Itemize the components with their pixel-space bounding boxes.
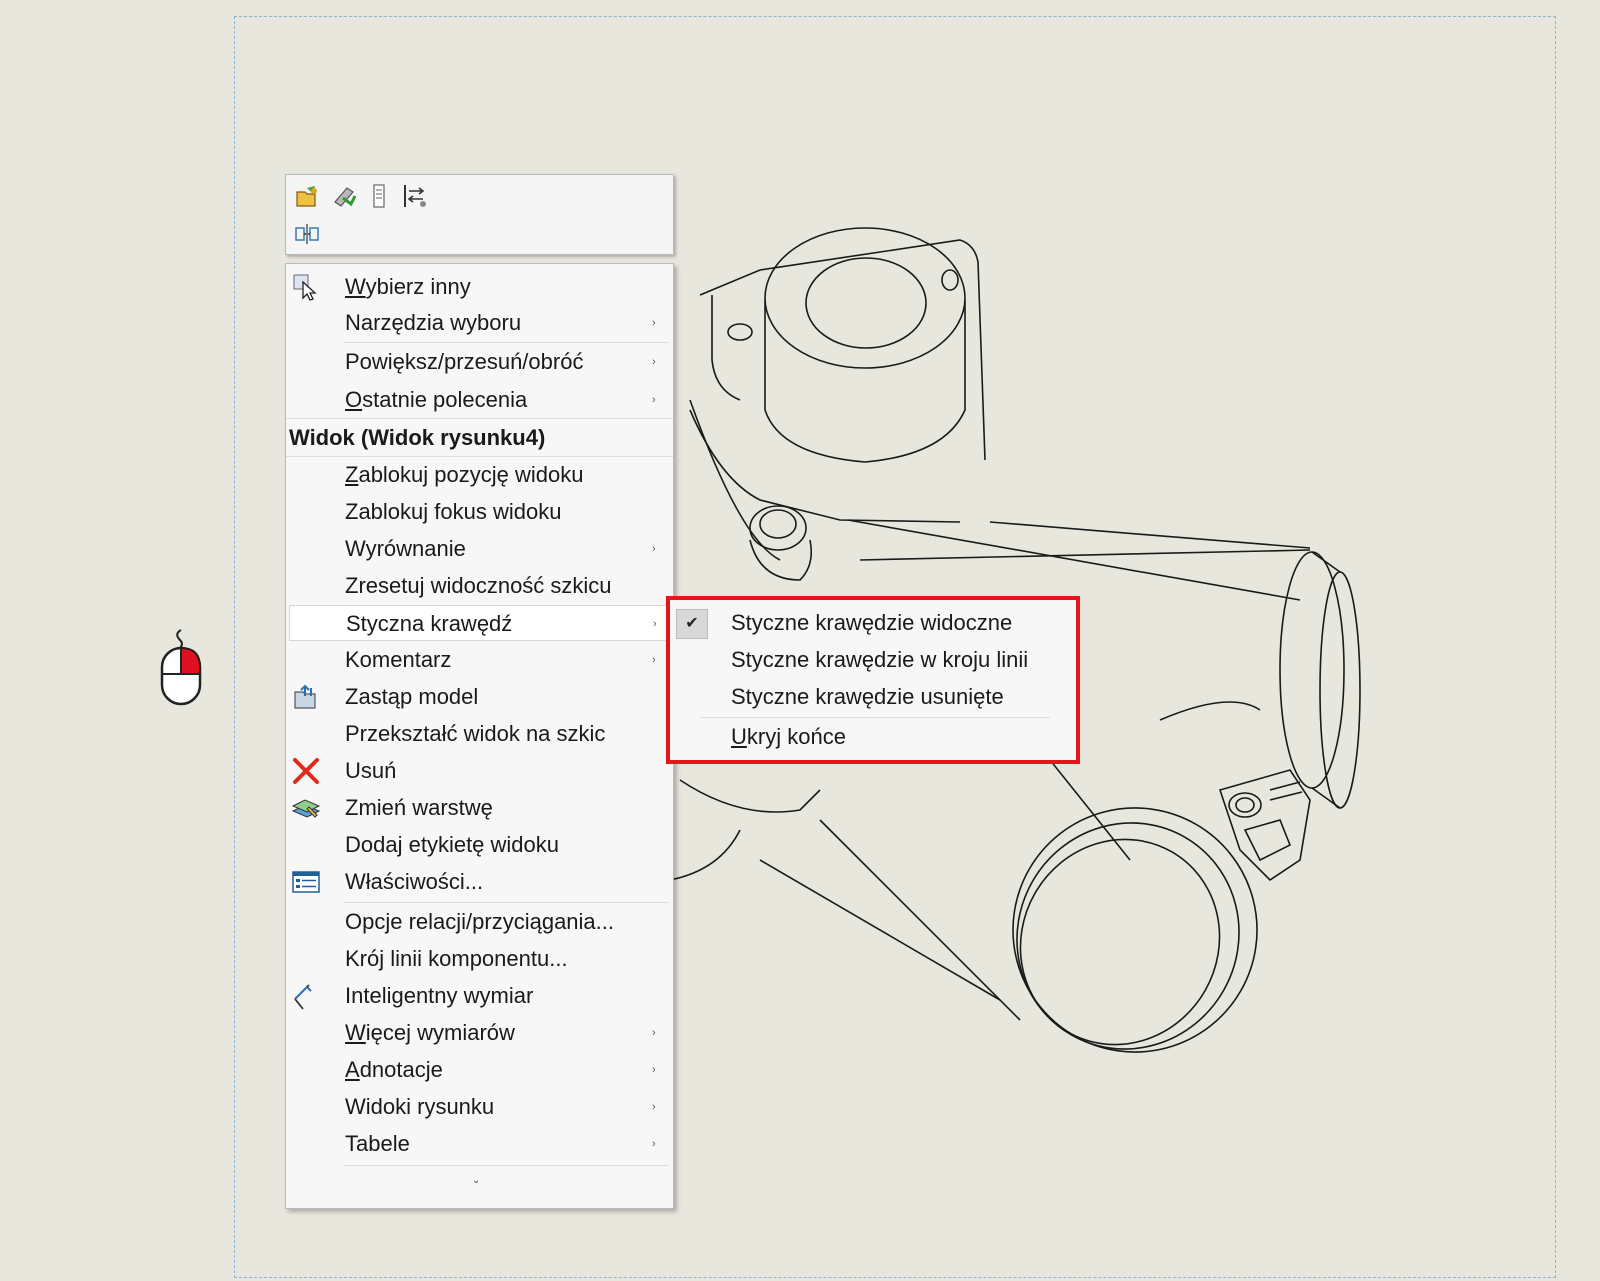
menu-item-replace-model[interactable]: Zastąp model — [286, 679, 673, 715]
menu-item-label: Właściwości... — [345, 869, 484, 894]
menu-item-lock-view-position[interactable]: Zablokuj pozycję widoku — [286, 457, 673, 493]
menu-item-label: Przekształć widok na szkic — [345, 721, 606, 746]
menu-item-label: Zastąp model — [345, 684, 479, 709]
menu-separator — [344, 1165, 669, 1166]
properties-icon — [291, 867, 321, 897]
submenu-arrow-icon: › — [652, 1101, 656, 1113]
align-view-icon[interactable] — [400, 181, 430, 211]
open-drawing-icon[interactable] — [292, 181, 322, 211]
right-mouse-button-icon — [160, 629, 202, 706]
menu-item-label: Dodaj etykietę widoku — [345, 832, 560, 857]
menu-item-smart-dimension[interactable]: Inteligentny wymiar — [286, 978, 673, 1014]
menu-item-label: Adnotacje — [345, 1057, 443, 1082]
properties-column-icon[interactable] — [364, 181, 394, 211]
submenu-arrow-icon: › — [652, 1138, 656, 1150]
menu-item-tables[interactable]: Tabele › — [286, 1126, 673, 1162]
menu-item-label: Widoki rysunku — [345, 1094, 495, 1119]
change-layer-icon — [291, 793, 321, 823]
menu-item-label: Styczna krawędź — [346, 611, 513, 636]
menu-item-change-layer[interactable]: Zmień warstwę — [286, 790, 673, 826]
submenu-arrow-icon: › — [653, 618, 657, 630]
menu-item-recent-commands[interactable]: Ostatnie polecenia › — [286, 382, 673, 418]
menu-item-label: Powiększ/przesuń/obróć — [345, 349, 584, 374]
break-alignment-icon[interactable] — [292, 219, 322, 249]
menu-item-label: Tabele — [345, 1131, 410, 1156]
menu-item-label: Zablokuj fokus widoku — [345, 499, 562, 524]
menu-section-header: Widok (Widok rysunku4) — [286, 420, 673, 456]
menu-item-label: Usuń — [345, 758, 397, 783]
menu-item-label: Ostatnie polecenia — [345, 387, 528, 412]
context-menu: Wybierz inny Narzędzia wyboru › Powiększ… — [285, 263, 674, 1209]
submenu-arrow-icon: › — [652, 394, 656, 406]
submenu-arrow-icon: › — [652, 654, 656, 666]
submenu-arrow-icon: › — [652, 543, 656, 555]
highlight-annotation-box — [666, 596, 1080, 764]
menu-item-annotations[interactable]: Adnotacje › — [286, 1052, 673, 1088]
submenu-arrow-icon: › — [652, 1064, 656, 1076]
context-toolbar — [285, 174, 674, 255]
menu-item-label: Zresetuj widoczność szkicu — [345, 573, 612, 598]
menu-item-alignment[interactable]: Wyrównanie › — [286, 531, 673, 567]
menu-item-label: Więcej wymiarów — [345, 1020, 515, 1045]
menu-item-label: Zablokuj pozycję widoku — [345, 462, 584, 487]
menu-item-component-line-font[interactable]: Krój linii komponentu... — [286, 941, 673, 977]
menu-separator — [344, 902, 669, 903]
rebuild-icon[interactable] — [328, 181, 358, 211]
submenu-arrow-icon: › — [652, 1027, 656, 1039]
menu-item-add-view-label[interactable]: Dodaj etykietę widoku — [286, 827, 673, 863]
menu-item-label: Inteligentny wymiar — [345, 983, 534, 1008]
menu-item-convert-view-to-sketch[interactable]: Przekształć widok na szkic — [286, 716, 673, 752]
menu-item-label: Komentarz — [345, 647, 452, 672]
menu-item-label: Wybierz inny — [345, 274, 471, 299]
menu-item-label: Wyrównanie — [345, 536, 466, 561]
menu-item-label: Krój linii komponentu... — [345, 946, 568, 971]
menu-item-delete[interactable]: Usuń — [286, 753, 673, 789]
menu-item-relation-snap-options[interactable]: Opcje relacji/przyciągania... — [286, 904, 673, 940]
replace-model-icon — [291, 682, 321, 712]
menu-item-lock-view-focus[interactable]: Zablokuj fokus widoku — [286, 494, 673, 530]
expand-menu-chevron-icon[interactable]: ⌄ — [472, 1175, 480, 1186]
menu-separator — [286, 418, 673, 419]
menu-item-properties[interactable]: Właściwości... — [286, 864, 673, 900]
menu-separator — [344, 342, 669, 343]
menu-item-label: Opcje relacji/przyciągania... — [345, 909, 615, 934]
smart-dimension-icon — [291, 981, 321, 1011]
menu-item-drawing-views[interactable]: Widoki rysunku › — [286, 1089, 673, 1125]
menu-item-tangent-edge[interactable]: Styczna krawędź › — [289, 605, 670, 641]
menu-item-select-other[interactable]: Wybierz inny — [286, 269, 673, 305]
section-header-label: Widok (Widok rysunku4) — [289, 425, 546, 450]
menu-item-selection-tools[interactable]: Narzędzia wyboru › — [286, 305, 673, 341]
submenu-arrow-icon: › — [652, 317, 656, 329]
menu-item-label: Narzędzia wyboru — [345, 310, 522, 335]
menu-item-reset-sketch-visibility[interactable]: Zresetuj widoczność szkicu — [286, 568, 673, 604]
menu-item-label: Zmień warstwę — [345, 795, 493, 820]
submenu-arrow-icon: › — [652, 356, 656, 368]
delete-icon — [291, 756, 321, 786]
select-other-icon — [291, 272, 321, 302]
menu-item-zoom-pan-rotate[interactable]: Powiększ/przesuń/obróć › — [286, 344, 673, 380]
menu-item-comment[interactable]: Komentarz › — [286, 642, 673, 678]
menu-item-more-dimensions[interactable]: Więcej wymiarów › — [286, 1015, 673, 1051]
